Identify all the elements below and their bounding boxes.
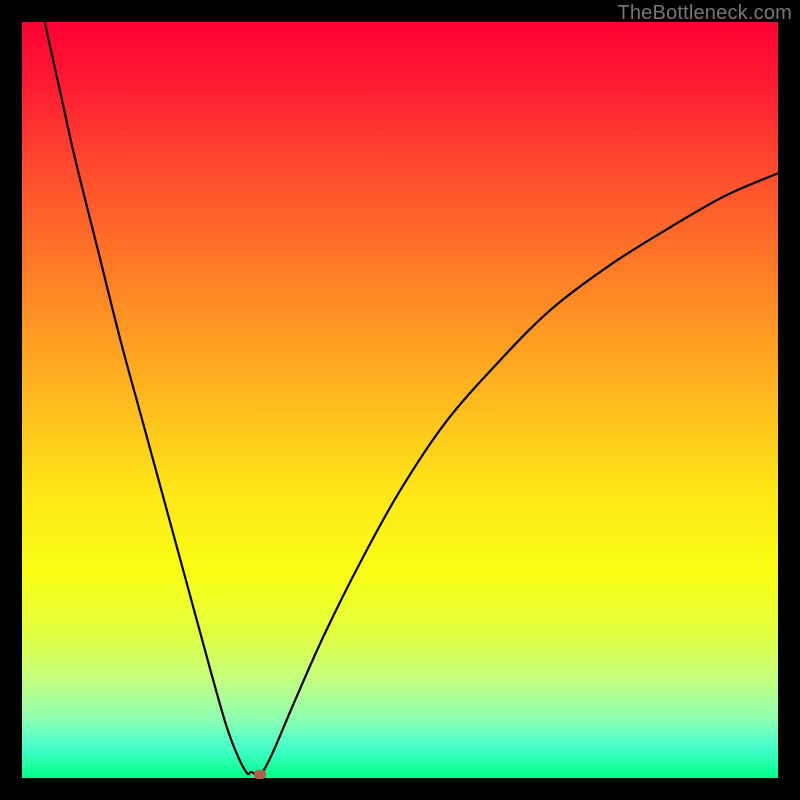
- bottleneck-curve: [45, 22, 778, 775]
- optimal-point-marker: [254, 770, 266, 779]
- chart-curve-layer: [22, 22, 778, 778]
- watermark-text: TheBottleneck.com: [617, 2, 792, 25]
- chart-frame: TheBottleneck.com: [0, 0, 800, 800]
